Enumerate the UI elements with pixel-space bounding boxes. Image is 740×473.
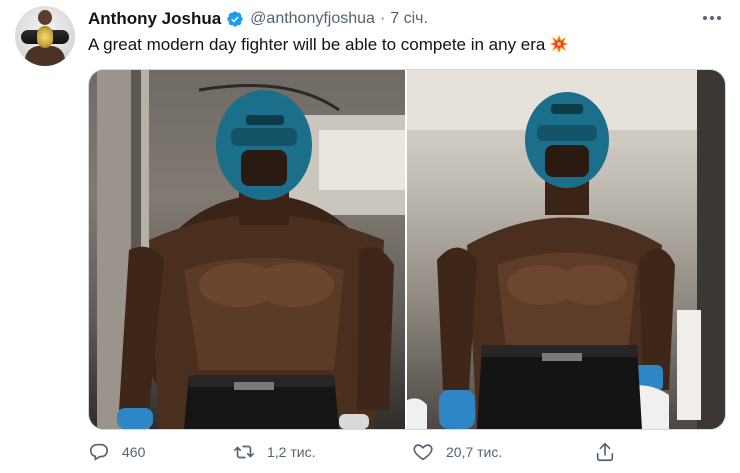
- avatar[interactable]: [15, 6, 75, 66]
- retweet-count: 1,2 тис.: [267, 444, 316, 460]
- like-button[interactable]: 20,7 тис.: [412, 438, 502, 466]
- heart-icon: [412, 441, 434, 463]
- boxer-photo-left[interactable]: [89, 70, 405, 429]
- collision-emoji-icon: [549, 34, 569, 60]
- author-handle[interactable]: @anthonyfjoshua: [250, 10, 375, 28]
- author-name[interactable]: Anthony Joshua: [88, 9, 221, 29]
- tweet-header: Anthony Joshua @anthonyfjoshua · 7 січ.: [88, 8, 428, 30]
- avatar-shoulders: [25, 46, 65, 66]
- like-count: 20,7 тис.: [446, 444, 503, 460]
- tweet-text: A great modern day fighter will be able …: [88, 34, 569, 60]
- reply-button[interactable]: 460: [88, 438, 145, 466]
- avatar-belt-plate: [37, 26, 53, 48]
- verified-badge-icon: [226, 10, 244, 28]
- more-options-icon[interactable]: [697, 8, 727, 28]
- share-icon: [594, 441, 616, 463]
- tweet-media[interactable]: [88, 69, 726, 430]
- reply-count: 460: [122, 444, 146, 460]
- reply-icon: [88, 441, 110, 463]
- retweet-button[interactable]: 1,2 тис.: [233, 438, 315, 466]
- separator-dot: ·: [379, 10, 386, 27]
- retweet-icon: [233, 441, 255, 463]
- tweet-text-content: A great modern day fighter will be able …: [88, 35, 546, 54]
- share-button[interactable]: [594, 438, 616, 466]
- boxer-photo-right[interactable]: [407, 70, 725, 429]
- tweet-timestamp[interactable]: 7 січ.: [390, 10, 428, 28]
- tweet-actions: 460 1,2 тис. 20,7 тис.: [88, 438, 688, 466]
- avatar-head: [38, 10, 52, 25]
